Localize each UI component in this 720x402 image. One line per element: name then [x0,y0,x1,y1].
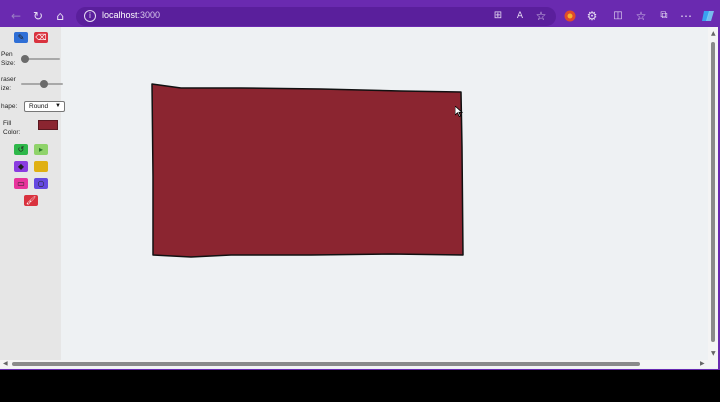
fill-color-label: Fill Color: [3,120,21,136]
split-screen-icon[interactable]: ◫ [610,8,626,24]
drawing-canvas[interactable] [61,27,708,360]
clear-canvas-button[interactable]: 🖌 [24,195,38,206]
circle-tool-button[interactable]: ○ [34,178,48,189]
rectangle-icon: ▭ [17,179,25,188]
shape-select[interactable]: Round ▼ [24,101,65,112]
read-aloud-icon[interactable]: A [512,8,528,24]
split-view-icon[interactable]: ⊞ [490,8,506,24]
paint-bucket-icon: ◆ [17,162,25,171]
profile-icon[interactable] [562,8,578,24]
shape-select-value: Round [29,103,49,110]
address-host: localhost [102,10,138,20]
fill-tool-button[interactable]: ◆ [14,161,28,172]
pencil-icon: ✎ [17,33,25,42]
canvas-svg [151,83,464,258]
pen-tool-button[interactable]: ✎ [14,32,28,43]
drawn-filled-shape [151,83,464,258]
pen-size-slider-thumb[interactable] [20,55,29,63]
eraser-size-label: raser ize: [1,76,16,92]
scroll-right-icon[interactable]: ▶ [700,360,705,367]
more-icon[interactable]: ⋯ [678,8,694,24]
back-icon[interactable]: ← [8,8,24,24]
undo-icon: ↺ [17,145,25,154]
mouse-cursor-icon [455,106,463,117]
brush-icon: 🖌 [25,196,37,205]
fill-color-swatch[interactable] [38,120,58,130]
redo-button[interactable]: ▸ [34,144,48,155]
rectangle-tool-button[interactable]: ▭ [14,178,28,189]
scroll-down-icon[interactable]: ▼ [711,350,716,357]
eraser-tool-button[interactable]: ⌫ [34,32,48,43]
yellow-tool-button[interactable] [34,161,48,172]
vertical-scrollbar-thumb[interactable] [711,42,715,342]
undo-button[interactable]: ↺ [14,144,28,155]
collections-icon[interactable]: ⧉ [656,8,672,24]
eraser-icon: ⌫ [35,33,47,42]
shape-label: hape: [1,103,18,110]
pen-size-label: Pen Size: [1,51,16,67]
scroll-left-icon[interactable]: ◀ [3,360,8,367]
copilot-icon[interactable] [700,8,716,24]
favorite-star-icon[interactable]: ☆ [533,8,549,24]
address-text[interactable]: localhost:3000 [102,10,160,20]
home-icon[interactable]: ⌂ [52,8,68,24]
favorites-icon[interactable]: ☆ [633,8,649,24]
refresh-icon[interactable]: ↻ [30,8,46,24]
redo-icon: ▸ [38,145,43,154]
extensions-icon[interactable]: ⚙ [584,8,600,24]
info-icon[interactable]: i [84,10,96,22]
scroll-up-icon[interactable]: ▲ [711,30,716,37]
address-port: :3000 [137,10,161,20]
horizontal-scrollbar-thumb[interactable] [12,362,640,366]
circle-icon: ○ [37,179,45,188]
